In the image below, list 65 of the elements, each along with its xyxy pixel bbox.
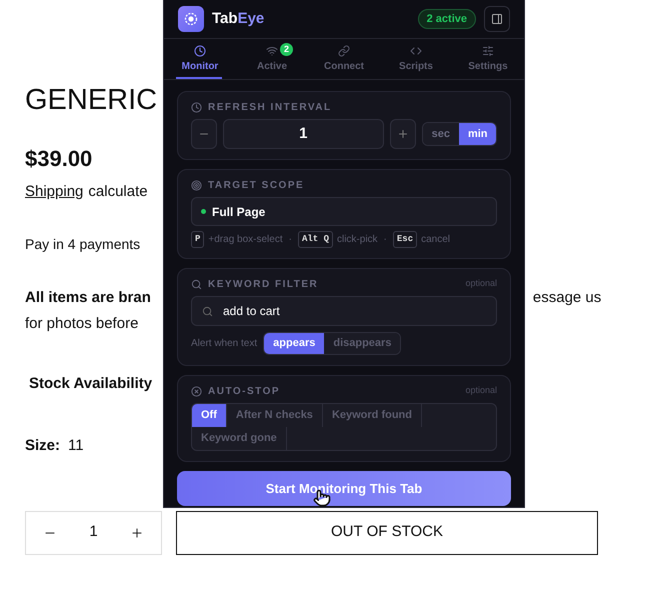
stock-label: Stock Availability	[29, 374, 152, 394]
section-title: REFRESH INTERVAL	[208, 100, 332, 114]
plus-icon	[396, 128, 409, 140]
optional-label: optional	[465, 277, 497, 290]
scope-value: Full Page	[212, 204, 266, 220]
search-icon	[202, 306, 213, 316]
size-label: Size:	[25, 436, 60, 456]
out-of-stock-button[interactable]: OUT OF STOCK	[176, 510, 598, 554]
auto-stop-option[interactable]: Off	[192, 404, 227, 427]
section-title: KEYWORD FILTER	[208, 278, 318, 292]
key-label: Alt Q	[298, 231, 333, 248]
mode-toggle[interactable]: disappears	[324, 333, 400, 354]
status-badge: 2 active	[418, 9, 476, 29]
keyword-field[interactable]: add to cart	[191, 296, 497, 326]
unit-toggle[interactable]: min	[458, 123, 496, 145]
hint-text: +drag box-select	[208, 233, 283, 247]
separator-dot: ·	[288, 233, 292, 247]
product-price: $39.00	[25, 145, 92, 173]
plus-icon[interactable]	[130, 526, 144, 540]
nav-tab[interactable]: Monitor	[164, 39, 236, 79]
start-monitoring-button[interactable]: Start Monitoring This Tab	[177, 471, 511, 506]
wifi-icon	[266, 44, 278, 56]
notice-text: All items are bran	[25, 288, 151, 308]
quantity-stepper[interactable]: 1	[25, 510, 162, 554]
shipping-link[interactable]: Shipping	[25, 181, 84, 204]
payments-text: Pay in 4 payments	[25, 234, 140, 254]
alert-label: Alert when text	[191, 337, 258, 351]
section-title: AUTO-STOP	[208, 384, 280, 398]
shipping-text: calculate	[88, 182, 148, 202]
eye-logo-icon	[184, 12, 198, 26]
search-icon	[191, 278, 202, 290]
size-value: 11	[68, 436, 84, 456]
link-icon	[338, 44, 350, 56]
nav-tab[interactable]: Settings	[452, 39, 524, 79]
unit-toggle[interactable]: sec	[422, 123, 459, 145]
nav-tab[interactable]: Active 2	[236, 39, 308, 79]
hint-text: cancel	[421, 233, 450, 247]
clock-icon	[194, 44, 206, 56]
circle-x-icon	[191, 386, 202, 396]
scope-field[interactable]: Full Page	[191, 197, 497, 226]
nav-tab[interactable]: Connect	[308, 39, 380, 79]
notice-text: essage us	[532, 288, 602, 308]
target-icon	[191, 180, 202, 190]
sliders-icon	[482, 44, 494, 56]
separator-dot: ·	[384, 233, 387, 247]
clock-icon	[191, 102, 202, 112]
auto-stop-option[interactable]: Keyword gone	[192, 427, 287, 450]
mode-toggle[interactable]: appears	[264, 333, 324, 354]
notice-text: for photos before	[25, 314, 138, 334]
auto-stop-option[interactable]: After N checks	[226, 404, 323, 427]
key-label: P	[191, 231, 204, 248]
section-title: TARGET SCOPE	[208, 178, 304, 192]
interval-field[interactable]: 1	[222, 119, 384, 149]
key-label: Esc	[392, 231, 418, 248]
sidebar-toggle-button[interactable]	[484, 6, 510, 32]
nav-tab[interactable]: Scripts	[380, 39, 452, 79]
auto-stop-option[interactable]: Keyword found	[322, 404, 422, 427]
side-panel-icon	[491, 13, 503, 25]
code-icon	[410, 44, 422, 56]
hint-text: click-pick	[336, 233, 378, 247]
app-name: TabEye	[212, 8, 264, 29]
quantity-value: 1	[89, 522, 98, 542]
product-title: GENERIC	[25, 84, 158, 116]
count-badge: 2	[280, 43, 293, 56]
optional-label: optional	[465, 384, 497, 398]
